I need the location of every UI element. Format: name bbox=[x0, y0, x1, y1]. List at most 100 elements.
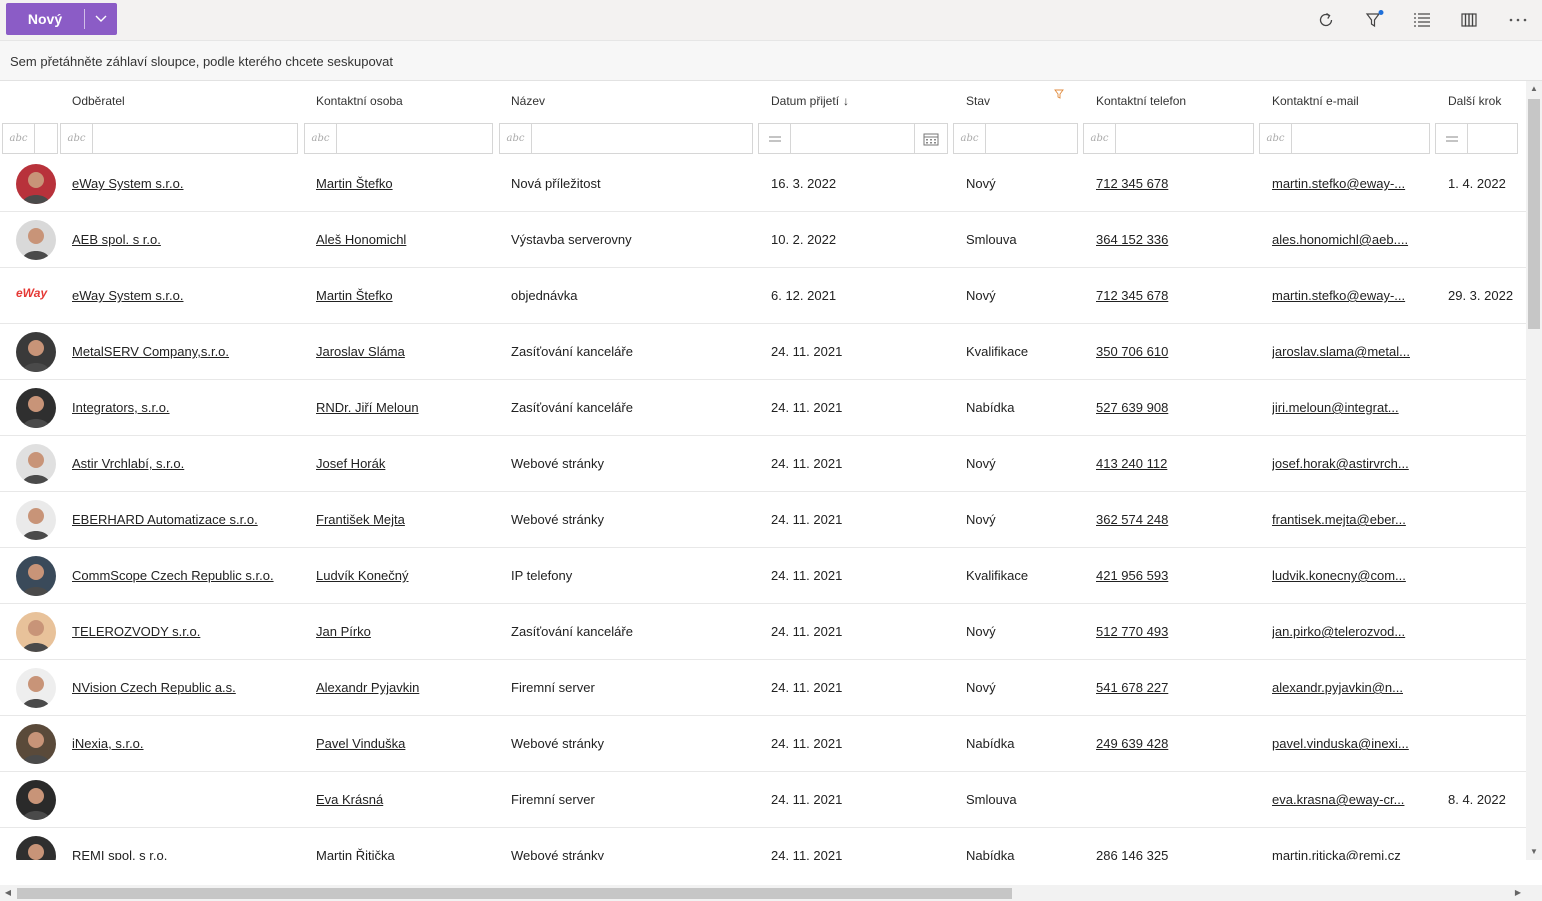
chevron-down-icon[interactable] bbox=[85, 15, 117, 23]
cell-phone[interactable]: 362 574 248 bbox=[1096, 492, 1256, 547]
phone-value[interactable]: 712 345 678 bbox=[1096, 176, 1168, 191]
contact-value[interactable]: Ludvík Konečný bbox=[316, 568, 409, 583]
cell-email[interactable]: frantisek.mejta@eber... bbox=[1272, 492, 1422, 547]
cell-customer[interactable]: MetalSERV Company,s.r.o. bbox=[72, 324, 302, 379]
cell-phone[interactable]: 527 639 908 bbox=[1096, 380, 1256, 435]
email-value[interactable]: martin.stefko@eway-... bbox=[1272, 288, 1405, 303]
contact-value[interactable]: Martin Řitička bbox=[316, 848, 395, 860]
text-filter-icon[interactable]: abc bbox=[1260, 124, 1292, 153]
customer-value[interactable]: Integrators, s.r.o. bbox=[72, 400, 170, 415]
email-value[interactable]: martin.stefko@eway-... bbox=[1272, 176, 1405, 191]
cell-email[interactable]: martin.stefko@eway-... bbox=[1272, 156, 1422, 211]
filter-date[interactable] bbox=[758, 123, 948, 154]
cell-email[interactable]: martin.stefko@eway-... bbox=[1272, 268, 1422, 323]
cell-contact[interactable]: Jan Pírko bbox=[316, 604, 496, 659]
cell-customer[interactable]: eWay System s.r.o. bbox=[72, 156, 302, 211]
cell-contact[interactable]: Jaroslav Sláma bbox=[316, 324, 496, 379]
filter-contact[interactable]: abc bbox=[304, 123, 493, 154]
phone-value[interactable]: 541 678 227 bbox=[1096, 680, 1168, 695]
cell-phone[interactable] bbox=[1096, 772, 1256, 827]
column-header-customer[interactable]: Odběratel bbox=[72, 81, 125, 121]
more-icon[interactable] bbox=[1506, 8, 1530, 32]
text-filter-icon[interactable]: abc bbox=[61, 124, 93, 153]
avatar[interactable] bbox=[16, 500, 56, 540]
customer-value[interactable]: REMI spol. s r.o. bbox=[72, 848, 167, 860]
cell-email[interactable]: ales.honomichl@aeb.... bbox=[1272, 212, 1422, 267]
cell-phone[interactable]: 413 240 112 bbox=[1096, 436, 1256, 491]
cell-phone[interactable]: 286 146 325 bbox=[1096, 828, 1256, 860]
phone-value[interactable]: 350 706 610 bbox=[1096, 344, 1168, 359]
avatar[interactable] bbox=[16, 780, 56, 820]
email-value[interactable]: eva.krasna@eway-cr... bbox=[1272, 792, 1404, 807]
avatar[interactable] bbox=[16, 556, 56, 596]
equals-filter-icon[interactable] bbox=[1436, 124, 1468, 153]
table-row[interactable]: TELEROZVODY s.r.o. Jan Pírko Zasíťování ka… bbox=[0, 604, 1526, 660]
text-filter-icon[interactable]: abc bbox=[954, 124, 986, 153]
phone-value[interactable]: 512 770 493 bbox=[1096, 624, 1168, 639]
contact-value[interactable]: Pavel Vinduška bbox=[316, 736, 405, 751]
list-icon[interactable] bbox=[1410, 8, 1434, 32]
avatar[interactable] bbox=[16, 836, 56, 860]
contact-value[interactable]: Eva Krásná bbox=[316, 792, 383, 807]
cell-phone[interactable]: 712 345 678 bbox=[1096, 156, 1256, 211]
contact-value[interactable]: Martin Štefko bbox=[316, 176, 393, 191]
table-row[interactable]: NVision Czech Republic a.s. Alexandr Pyja… bbox=[0, 660, 1526, 716]
contact-value[interactable]: Josef Horák bbox=[316, 456, 385, 471]
refresh-icon[interactable] bbox=[1314, 8, 1338, 32]
contact-value[interactable]: RNDr. Jiří Meloun bbox=[316, 400, 419, 415]
horizontal-scroll-thumb[interactable] bbox=[17, 888, 1012, 899]
cell-phone[interactable]: 541 678 227 bbox=[1096, 660, 1256, 715]
cell-email[interactable]: ludvik.konecny@com... bbox=[1272, 548, 1422, 603]
cell-email[interactable]: alexandr.pyjavkin@n... bbox=[1272, 660, 1422, 715]
table-row[interactable]: CommScope Czech Republic s.r.o. Ludvík Ko… bbox=[0, 548, 1526, 604]
cell-customer[interactable]: REMI spol. s r.o. bbox=[72, 828, 302, 860]
cell-email[interactable]: josef.horak@astirvrch... bbox=[1272, 436, 1422, 491]
contact-value[interactable]: Aleš Honomichl bbox=[316, 232, 406, 247]
customer-value[interactable]: eWay System s.r.o. bbox=[72, 176, 184, 191]
phone-value[interactable]: 421 956 593 bbox=[1096, 568, 1168, 583]
cell-contact[interactable]: František Mejta bbox=[316, 492, 496, 547]
column-filter-active-icon[interactable] bbox=[1054, 81, 1064, 115]
avatar[interactable] bbox=[16, 388, 56, 428]
text-filter-icon[interactable]: abc bbox=[1084, 124, 1116, 153]
column-header-phone[interactable]: Kontaktní telefon bbox=[1096, 81, 1186, 121]
avatar[interactable] bbox=[16, 164, 56, 204]
column-header-contact[interactable]: Kontaktní osoba bbox=[316, 81, 403, 121]
cell-contact[interactable]: RNDr. Jiří Meloun bbox=[316, 380, 496, 435]
filter-phone[interactable]: abc bbox=[1083, 123, 1254, 154]
avatar[interactable] bbox=[16, 220, 56, 260]
group-by-bar[interactable]: Sem přetáhněte záhlaví sloupce, podle kt… bbox=[0, 41, 1542, 81]
avatar[interactable] bbox=[16, 612, 56, 652]
table-row[interactable]: Eva Krásná Firemní server 24. 11. 2021 Smlo… bbox=[0, 772, 1526, 828]
avatar[interactable] bbox=[16, 724, 56, 764]
cell-phone[interactable]: 512 770 493 bbox=[1096, 604, 1256, 659]
avatar[interactable] bbox=[16, 668, 56, 708]
cell-email[interactable]: eva.krasna@eway-cr... bbox=[1272, 772, 1422, 827]
filter-icon[interactable] bbox=[1362, 8, 1386, 32]
customer-value[interactable]: CommScope Czech Republic s.r.o. bbox=[72, 568, 274, 583]
column-header-date[interactable]: Datum přijetí ↓ bbox=[771, 81, 849, 121]
contact-value[interactable]: František Mejta bbox=[316, 512, 405, 527]
cell-phone[interactable]: 421 956 593 bbox=[1096, 548, 1256, 603]
customer-value[interactable]: iNexia, s.r.o. bbox=[72, 736, 144, 751]
table-row[interactable]: eWay System s.r.o. Martin Štefko Nová příl… bbox=[0, 156, 1526, 212]
table-row[interactable]: Integrators, s.r.o. RNDr. Jiří Meloun Zasí… bbox=[0, 380, 1526, 436]
column-header-email[interactable]: Kontaktní e-mail bbox=[1272, 81, 1359, 121]
scroll-up-icon[interactable]: ▲ bbox=[1526, 81, 1542, 97]
cell-phone[interactable]: 249 639 428 bbox=[1096, 716, 1256, 771]
vertical-scrollbar[interactable]: ▲ ▼ bbox=[1526, 81, 1542, 860]
email-value[interactable]: jan.pirko@telerozvod... bbox=[1272, 624, 1405, 639]
column-header-status[interactable]: Stav bbox=[966, 81, 990, 121]
cell-contact[interactable]: Aleš Honomichl bbox=[316, 212, 496, 267]
filter-status[interactable]: abc bbox=[953, 123, 1078, 154]
scroll-left-icon[interactable]: ◀ bbox=[0, 885, 16, 901]
avatar[interactable] bbox=[16, 332, 56, 372]
cell-email[interactable]: jiri.meloun@integrat... bbox=[1272, 380, 1422, 435]
email-value[interactable]: ludvik.konecny@com... bbox=[1272, 568, 1406, 583]
columns-icon[interactable] bbox=[1458, 8, 1482, 32]
cell-customer[interactable]: NVision Czech Republic a.s. bbox=[72, 660, 302, 715]
phone-value[interactable]: 364 152 336 bbox=[1096, 232, 1168, 247]
cell-customer[interactable]: Integrators, s.r.o. bbox=[72, 380, 302, 435]
phone-value[interactable]: 413 240 112 bbox=[1096, 456, 1167, 471]
cell-phone[interactable]: 364 152 336 bbox=[1096, 212, 1256, 267]
